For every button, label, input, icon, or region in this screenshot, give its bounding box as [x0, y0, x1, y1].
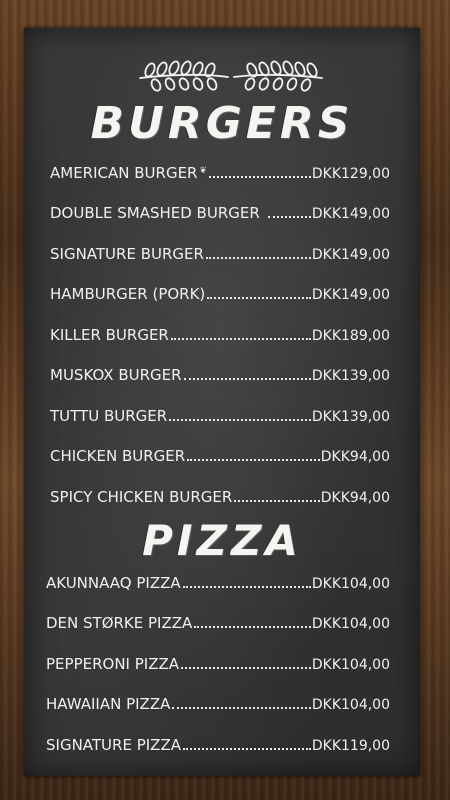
menu-item: HAMBURGER (PORK) DKK149,00 [50, 279, 390, 303]
dot-leader [172, 706, 311, 709]
menu-item-name: TUTTU BURGER [50, 407, 168, 425]
dot-leader [187, 458, 320, 461]
dot-leader [205, 256, 311, 259]
dot-leader [194, 625, 311, 628]
menu-item-name: HAWAIIAN PIZZA [46, 695, 171, 713]
menu-item-price: DKK149,00 [311, 206, 390, 222]
menu-item-price: DKK104,00 [311, 697, 390, 713]
menu-item: HAWAIIAN PIZZA DKK104,00 [46, 689, 390, 713]
menu-item-price: DKK119,00 [311, 738, 390, 754]
dot-leader [182, 585, 311, 588]
menu-item-name: MUSKOX BURGER [50, 366, 182, 384]
menu-item-price: DKK94,00 [320, 490, 390, 506]
menu-item: KILLER BURGER DKK189,00 [50, 320, 390, 344]
menu-item-name: PEPPERONI PIZZA [46, 655, 180, 673]
menu-item: DEN STØRKE PIZZA DKK104,00 [46, 608, 390, 632]
menu-item-price: DKK104,00 [311, 657, 390, 673]
menu-item-price: DKK129,00 [311, 166, 390, 182]
dot-leader [207, 296, 311, 299]
menu-item-name: HAMBURGER (PORK) [50, 285, 206, 303]
pizza-heading: PIZZA [142, 516, 302, 565]
menu-item-name: AKUNNAAQ PIZZA [46, 574, 181, 592]
menu-item: DOUBLE SMASHED BURGER DKK149,00 [50, 198, 390, 222]
menu-item-name: SIGNATURE PIZZA [46, 736, 181, 754]
menu-item-name: KILLER BURGER [50, 326, 169, 344]
menu-item: MUSKOX BURGER DKK139,00 [50, 360, 390, 384]
menu-item-price: DKK189,00 [311, 328, 390, 344]
dot-leader [169, 418, 311, 421]
laurel-branches-icon [139, 60, 323, 92]
menu-item-name: SIGNATURE BURGER [50, 245, 204, 263]
dot-leader [183, 377, 311, 380]
menu-item-price: DKK149,00 [311, 287, 390, 303]
menu-item-price: DKK139,00 [311, 368, 390, 384]
burgers-heading: BURGERS [90, 98, 354, 149]
leaf-icon: ❦ [199, 166, 208, 176]
dot-leader [234, 499, 320, 502]
menu-item-name: DEN STØRKE PIZZA [46, 614, 193, 632]
menu-item-price: DKK139,00 [311, 409, 390, 425]
dot-leader [170, 337, 311, 340]
dot-leader [267, 215, 311, 218]
menu-item-name: DOUBLE SMASHED BURGER [50, 204, 260, 222]
menu-item: PEPPERONI PIZZA DKK104,00 [46, 649, 390, 673]
menu-item: CHICKEN BURGER DKK94,00 [50, 441, 390, 465]
menu-item-price: DKK94,00 [320, 449, 390, 465]
dot-leader [181, 666, 311, 669]
menu-item-name: CHICKEN BURGER [50, 447, 186, 465]
menu-item: TUTTU BURGER DKK139,00 [50, 401, 390, 425]
dot-leader [209, 175, 311, 178]
chalkboard-menu: BURGERS AMERICAN BURGER ❦ DKK129,00 DOUB… [24, 28, 420, 776]
menu-item: AKUNNAAQ PIZZA DKK104,00 [46, 568, 390, 592]
menu-item-price: DKK104,00 [311, 616, 390, 632]
menu-item-price: DKK149,00 [311, 247, 390, 263]
menu-item: SIGNATURE PIZZA DKK119,00 [46, 730, 390, 754]
menu-item-name: SPICY CHICKEN BURGER [50, 488, 233, 506]
dot-leader [182, 747, 311, 750]
menu-item: SPICY CHICKEN BURGER DKK94,00 [50, 482, 390, 506]
menu-item: SIGNATURE BURGER DKK149,00 [50, 239, 390, 263]
menu-item-name: AMERICAN BURGER [50, 164, 198, 182]
menu-item-price: DKK104,00 [311, 576, 390, 592]
menu-item: AMERICAN BURGER ❦ DKK129,00 [50, 158, 390, 182]
